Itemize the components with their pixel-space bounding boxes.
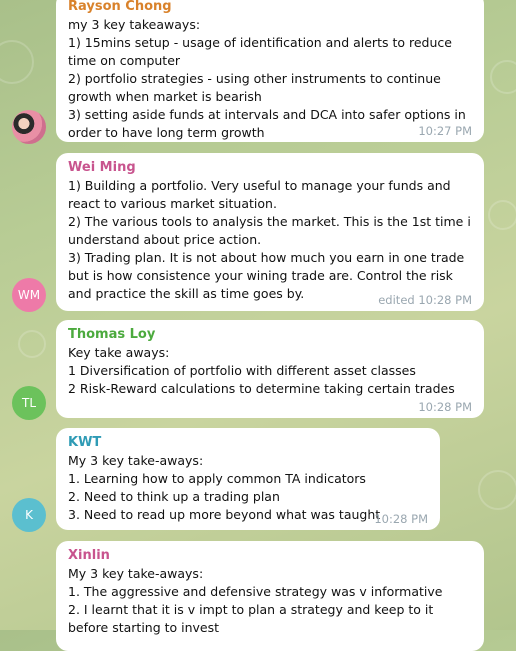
message-time: edited 10:28 PM — [378, 293, 472, 307]
background-doodle — [18, 330, 46, 358]
sender-name[interactable]: Thomas Loy — [68, 325, 472, 344]
message-bubble[interactable]: Thomas Loy Key take aways: 1 Diversifica… — [56, 320, 484, 418]
sender-name[interactable]: KWT — [68, 433, 428, 452]
background-doodle — [488, 200, 516, 230]
sender-name[interactable]: Rayson Chong — [68, 0, 472, 16]
message-time: 10:27 PM — [418, 124, 472, 138]
avatar[interactable]: WM — [12, 278, 46, 312]
avatar-photo[interactable] — [12, 110, 46, 144]
message-time: 10:28 PM — [374, 512, 428, 526]
message-bubble[interactable]: Rayson Chong my 3 key takeaways: 1) 15mi… — [56, 0, 484, 142]
message-bubble[interactable]: Xinlin My 3 key take-aways: 1. The aggre… — [56, 541, 484, 651]
message-text: my 3 key takeaways: 1) 15mins setup - us… — [68, 17, 466, 140]
avatar[interactable]: K — [12, 498, 46, 532]
chat-background: Rayson Chong my 3 key takeaways: 1) 15mi… — [0, 0, 516, 651]
message-time: 10:28 PM — [418, 400, 472, 414]
message-text: My 3 key take-aways: 1. The aggressive a… — [68, 566, 443, 635]
background-doodle — [478, 470, 516, 510]
background-doodle — [490, 60, 516, 94]
background-doodle — [0, 40, 34, 84]
message-text: Key take aways: 1 Diversification of por… — [68, 345, 455, 396]
sender-name[interactable]: Xinlin — [68, 546, 472, 565]
sender-name[interactable]: Wei Ming — [68, 158, 472, 177]
avatar[interactable]: TL — [12, 386, 46, 420]
message-bubble[interactable]: Wei Ming 1) Building a portfolio. Very u… — [56, 153, 484, 311]
message-text: 1) Building a portfolio. Very useful to … — [68, 178, 471, 301]
message-bubble[interactable]: KWT My 3 key take-aways: 1. Learning how… — [56, 428, 440, 530]
